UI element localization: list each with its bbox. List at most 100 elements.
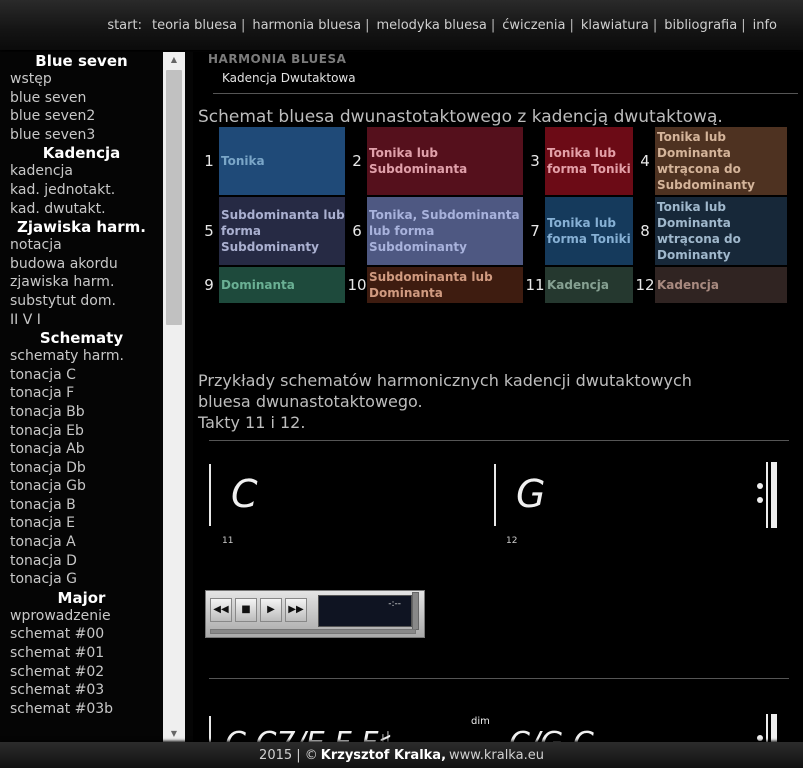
play-icon[interactable]: ▶: [260, 598, 282, 622]
sidebar-link[interactable]: schemat #01: [0, 644, 163, 663]
sidebar-link[interactable]: tonacja F: [0, 384, 163, 403]
nav-item-info[interactable]: info: [753, 18, 777, 33]
repeat-end-icon: [757, 714, 777, 742]
sidebar-link[interactable]: tonacja Db: [0, 459, 163, 478]
footer-link[interactable]: www.kralka.eu: [449, 748, 544, 763]
sidebar-link[interactable]: tonacja E: [0, 514, 163, 533]
scroll-up-arrow-icon[interactable]: ▲: [163, 52, 185, 68]
harmony-function-label: Subdominanta lub Dominanta: [369, 270, 493, 300]
sidebar-link[interactable]: schemat #03: [0, 681, 163, 700]
nav-item-melodyka[interactable]: melodyka bluesa: [376, 18, 486, 33]
measure-number: 11: [222, 536, 234, 546]
repeat-end-icon: [757, 462, 777, 528]
footer-year: 2015 | ©: [259, 747, 318, 763]
harmony-function-label: Subdominanta lub forma Subdominanty: [221, 208, 345, 254]
barline: [209, 464, 211, 526]
harmony-grid: 1 Tonika 2 Tonika lub Subdominanta 3 Tonika l…: [199, 127, 791, 304]
sidebar-heading: Schematy: [39, 329, 124, 348]
sidebar-link[interactable]: tonacja Eb: [0, 422, 163, 441]
chord-dim: dim: [471, 716, 490, 727]
divider: [213, 93, 798, 94]
bar-number: 4: [635, 127, 655, 195]
paragraph-line: Przykłady schematów harmonicznych kadenc…: [198, 371, 692, 390]
sidebar-link[interactable]: tonacja G: [0, 570, 163, 589]
sidebar-link[interactable]: blue seven2: [0, 107, 163, 126]
harmony-function-label: Kadencja: [657, 278, 719, 292]
bar-number: 8: [635, 197, 655, 265]
sidebar-link[interactable]: wstęp: [0, 70, 163, 89]
sidebar-link[interactable]: tonacja B: [0, 496, 163, 515]
sidebar-link[interactable]: substytut dom.: [0, 292, 163, 311]
sidebar-link[interactable]: wprowadzenie: [0, 607, 163, 626]
grid-cell-11: 11 Kadencja: [525, 267, 633, 303]
bar-number: 12: [635, 267, 655, 303]
scroll-thumb[interactable]: [166, 70, 182, 325]
grid-cell-8: 8 Tonika lub Dominanta wtrącona do Domina…: [635, 197, 787, 265]
sidebar-link[interactable]: II V I: [0, 311, 163, 330]
footer: 2015 | © Krzysztof Kralka, www.kralka.eu: [0, 742, 803, 768]
player-time: -:--: [388, 599, 401, 609]
scroll-down-arrow-icon[interactable]: ▼: [163, 726, 185, 742]
sidebar-link[interactable]: schemat #00: [0, 625, 163, 644]
nav-item-teoria[interactable]: teoria bluesa: [152, 18, 237, 33]
nav-item-cwiczenia[interactable]: ćwiczenia: [502, 18, 565, 33]
grid-cell-10: 10 Subdominanta lub Dominanta: [347, 267, 523, 303]
sidebar-link[interactable]: blue seven3: [0, 126, 163, 145]
sidebar-scrollbar[interactable]: ▲ ▼: [163, 52, 185, 742]
sidebar-link[interactable]: budowa akordu: [0, 255, 163, 274]
sidebar-link[interactable]: zjawiska harm.: [0, 273, 163, 292]
chord-row: C C7/E F F♯: [225, 726, 393, 742]
harmony-function-label: Kadencja: [547, 278, 609, 292]
progress-slider[interactable]: [210, 629, 416, 634]
section-label: HARMONIA BLUESA: [208, 52, 347, 66]
schema-title: Schemat bluesa dwunastotaktowego z kaden…: [198, 107, 723, 127]
bar-number: 5: [199, 197, 219, 265]
sidebar-link[interactable]: kadencja: [0, 162, 163, 181]
harmony-function-label: Dominanta: [221, 278, 295, 292]
grid-cell-1: 1 Tonika: [199, 127, 345, 195]
sidebar-link[interactable]: blue seven: [0, 89, 163, 108]
volume-slider[interactable]: [412, 592, 419, 630]
music-score-2: C C7/E F F♯ dim C/G C: [209, 712, 789, 742]
bar-number: 6: [347, 197, 367, 265]
footer-author: Krzysztof Kralka,: [320, 747, 447, 763]
sidebar-link[interactable]: schematy harm.: [0, 347, 163, 366]
next-icon[interactable]: ▶▶: [285, 598, 307, 622]
bar-number: 10: [347, 267, 367, 303]
sidebar-link[interactable]: notacja: [0, 236, 163, 255]
bar-number: 1: [199, 127, 219, 195]
page-title: Kadencja Dwutaktowa: [222, 71, 356, 85]
nav-item-klawiatura[interactable]: klawiatura: [581, 18, 649, 33]
bar-number: 11: [525, 267, 545, 303]
barline: [209, 716, 211, 742]
nav-item-bibliografia[interactable]: bibliografia: [664, 18, 737, 33]
prev-icon[interactable]: ◀◀: [210, 598, 232, 622]
sidebar-link[interactable]: kad. dwutakt.: [0, 200, 163, 219]
paragraph-line: bluesa dwunastotaktowego.: [198, 392, 423, 411]
harmony-function-label: Tonika, Subdominanta lub forma Subdomina…: [369, 208, 520, 254]
grid-cell-2: 2 Tonika lub Subdominanta: [347, 127, 523, 195]
stop-icon[interactable]: ■: [235, 598, 257, 622]
top-navigation: start: teoria bluesa | harmonia bluesa | m…: [0, 0, 803, 50]
sidebar-link[interactable]: tonacja Gb: [0, 477, 163, 496]
audio-player: ◀◀ ■ ▶ ▶▶ -:--: [205, 590, 425, 638]
sidebar-link[interactable]: tonacja D: [0, 552, 163, 571]
bar-number: 2: [347, 127, 367, 195]
sidebar-link[interactable]: schemat #02: [0, 663, 163, 682]
sidebar-heading: Kadencja: [42, 144, 121, 163]
sidebar-link[interactable]: tonacja C: [0, 366, 163, 385]
grid-cell-9: 9 Dominanta: [199, 267, 345, 303]
sidebar-link[interactable]: tonacja Bb: [0, 403, 163, 422]
harmony-function-label: Tonika lub forma Toniki: [547, 216, 631, 246]
sidebar-link[interactable]: kad. jednotakt.: [0, 181, 163, 200]
barline: [494, 464, 496, 526]
sidebar-link[interactable]: tonacja A: [0, 533, 163, 552]
paragraph-line: Takty 11 i 12.: [198, 413, 306, 432]
nav-item-harmonia[interactable]: harmonia bluesa: [252, 18, 361, 33]
sidebar-heading: Blue seven: [35, 52, 128, 70]
harmony-function-label: Tonika: [221, 154, 265, 168]
sidebar-link[interactable]: schemat #03b: [0, 700, 163, 719]
sidebar-link[interactable]: tonacja Ab: [0, 440, 163, 459]
music-score: C 11 G 12: [209, 452, 789, 552]
harmony-function-label: Tonika lub forma Toniki: [547, 146, 631, 176]
